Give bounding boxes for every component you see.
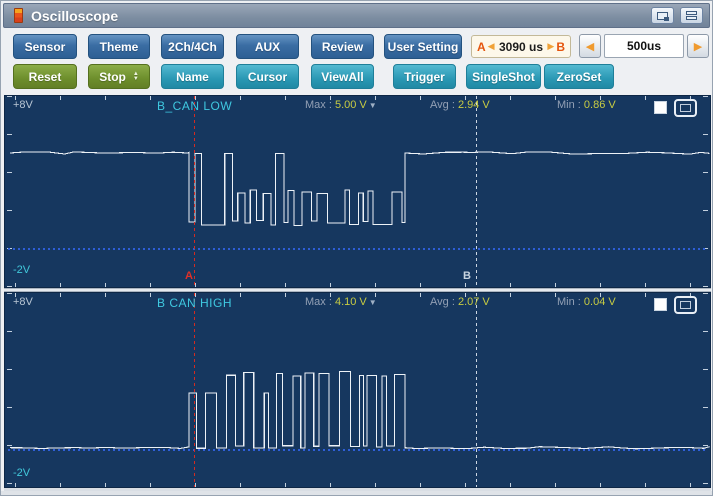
cursor-a-line[interactable] [194, 96, 195, 287]
channel-2-waveform [5, 293, 711, 488]
ab-left-arrow-icon[interactable]: ◀ [488, 41, 495, 52]
channel-2-top-scale: +8V [13, 296, 33, 308]
cursor-b-line[interactable] [476, 293, 477, 487]
channel-1-top-scale: +8V [13, 99, 33, 111]
ab-right-arrow-icon[interactable]: ▶ [547, 41, 554, 52]
right-arrow-icon: ▶ [694, 40, 702, 53]
cursor-b-tag[interactable]: B [463, 270, 471, 282]
window-popout-button[interactable] [651, 7, 674, 24]
bottom-ticks [5, 283, 710, 287]
channel-2-select-button[interactable] [674, 296, 697, 314]
channel-mode-button[interactable]: 2Ch/4Ch [161, 34, 224, 59]
right-ticks [703, 96, 708, 287]
channel-2-bottom-scale: -2V [13, 467, 30, 479]
channel-1-avg: Avg : 2.94 V [430, 99, 490, 111]
sensor-button[interactable]: Sensor [13, 34, 77, 59]
ab-time-value: 3090 us [497, 40, 546, 54]
cursor-button[interactable]: Cursor [236, 64, 299, 89]
zero-reference-line [8, 449, 707, 451]
channel-1-waveform [5, 96, 711, 288]
aux-button[interactable]: AUX [236, 34, 299, 59]
view-all-button[interactable]: ViewAll [311, 64, 374, 89]
theme-button[interactable]: Theme [88, 34, 150, 59]
stop-button[interactable]: Stop ▲ ▼ [88, 64, 150, 89]
cursor-b-label: B [556, 40, 565, 54]
cursor-a-tag[interactable]: A [185, 270, 193, 282]
channel-1-checkbox[interactable] [654, 101, 667, 114]
channel-2-avg: Avg : 2.07 V [430, 296, 490, 308]
left-arrow-icon: ◀ [586, 40, 594, 53]
stop-button-label: Stop [99, 70, 126, 84]
timebase-decrease-button[interactable]: ◀ [579, 34, 601, 58]
zero-reference-line [8, 248, 707, 250]
channel-2-max: Max : 4.10 V▼ [305, 296, 377, 308]
select-icon [680, 301, 691, 309]
channel-2-checkbox[interactable] [654, 298, 667, 311]
single-shot-button[interactable]: SingleShot [466, 64, 541, 89]
popout-icon [657, 12, 668, 20]
left-ticks [7, 293, 12, 487]
left-ticks [7, 96, 12, 287]
channel-1-name: B_CAN LOW [157, 99, 232, 113]
ab-time-range-panel: A ◀ 3090 us ▶ B [471, 35, 571, 58]
bottom-ticks [5, 483, 710, 487]
user-setting-button[interactable]: User Setting [384, 34, 462, 59]
review-button[interactable]: Review [311, 34, 374, 59]
channel-1-panel[interactable]: +8V B_CAN LOW Max : 5.00 V▼ Avg : 2.94 V… [4, 95, 711, 288]
cursor-a-label: A [477, 40, 486, 54]
window-split-button[interactable] [680, 7, 703, 24]
app-icon [14, 8, 23, 23]
cursor-a-line[interactable] [194, 293, 195, 487]
window-controls [651, 7, 703, 24]
channel-1-max: Max : 5.00 V▼ [305, 99, 377, 111]
channel-2-panel[interactable]: +8V B CAN HIGH Max : 4.10 V▼ Avg : 2.07 … [4, 292, 711, 488]
channel-1-bottom-scale: -2V [13, 264, 30, 276]
window-title: Oscilloscope [31, 8, 118, 24]
max-marker-icon: ▼ [369, 101, 377, 110]
window-frame-bottom [1, 491, 712, 495]
channel-1-min: Min : 0.86 V [557, 99, 616, 111]
channel-2-name: B CAN HIGH [157, 296, 232, 310]
name-button[interactable]: Name [161, 64, 224, 89]
spin-down-icon: ▼ [133, 77, 139, 82]
oscilloscope-window: Oscilloscope Sensor Theme 2Ch/4Ch AUX Re… [0, 0, 713, 496]
timebase-control: ◀ 500us ▶ [579, 34, 709, 58]
timebase-increase-button[interactable]: ▶ [687, 34, 709, 58]
reset-button[interactable]: Reset [13, 64, 77, 89]
max-marker-icon: ▼ [369, 298, 377, 307]
channel-1-select-button[interactable] [674, 99, 697, 117]
channel-2-min: Min : 0.04 V [557, 296, 616, 308]
right-ticks [703, 293, 708, 487]
title-bar: Oscilloscope [3, 3, 710, 28]
scope-display: +8V B_CAN LOW Max : 5.00 V▼ Avg : 2.94 V… [4, 95, 711, 492]
trigger-button[interactable]: Trigger [393, 64, 456, 89]
zero-set-button[interactable]: ZeroSet [544, 64, 614, 89]
stop-spinner-icon[interactable]: ▲ ▼ [133, 72, 139, 82]
select-icon [680, 104, 691, 112]
cursor-b-line[interactable] [476, 96, 477, 287]
timebase-value: 500us [604, 34, 684, 58]
split-icon [686, 11, 697, 20]
